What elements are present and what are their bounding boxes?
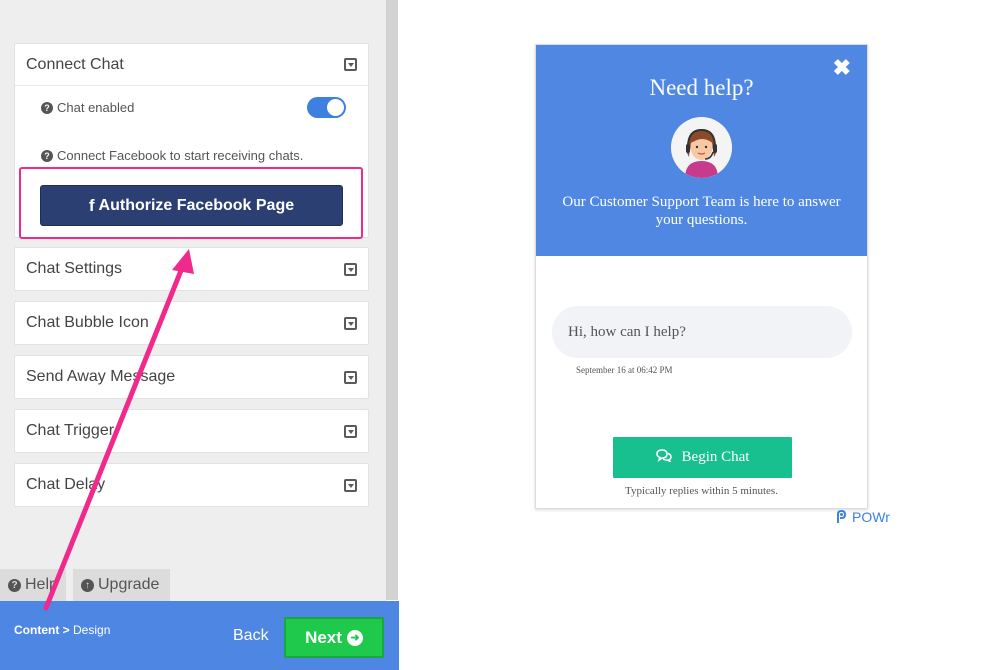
next-button-label: Next [305, 627, 342, 647]
section-title: Chat Delay [26, 476, 106, 493]
section-chat-settings[interactable]: Chat Settings [14, 247, 369, 291]
caret-square-down-icon[interactable] [344, 316, 357, 330]
caret-square-down-icon[interactable] [344, 58, 357, 71]
arrow-right-circle-icon: ➜ [346, 629, 363, 646]
connect-chat-header[interactable]: Connect Chat [15, 44, 368, 86]
annotation-highlight-box [19, 167, 363, 239]
section-title: Chat Settings [26, 260, 123, 277]
message-timestamp: September 16 at 06:42 PM [576, 365, 673, 375]
editor-footer: Content > Design Back Next ➜ [0, 601, 399, 670]
caret-square-down-icon[interactable] [344, 262, 357, 276]
breadcrumb-current: Content > [14, 623, 70, 637]
help-tab-label: Help [25, 576, 58, 593]
widget-subtitle: Our Customer Support Team is here to ans… [562, 194, 841, 228]
section-title: Send Away Message [26, 368, 176, 385]
chat-enabled-toggle[interactable] [307, 97, 346, 118]
message-text: Hi, how can I help? [568, 323, 686, 340]
chat-enabled-row: ? Chat enabled [41, 100, 134, 115]
next-button[interactable]: Next ➜ [284, 617, 384, 658]
caret-square-down-icon[interactable] [344, 424, 357, 438]
chat-enabled-label: Chat enabled [57, 100, 135, 115]
breadcrumb-design[interactable]: Design [73, 623, 110, 637]
upgrade-tab[interactable]: ↑ Upgrade [73, 569, 170, 601]
begin-chat-label: Begin Chat [681, 449, 750, 465]
powr-brand-link[interactable]: POWr [836, 509, 890, 525]
message-bubble: Hi, how can I help? [552, 306, 852, 358]
arrow-up-circle-icon: ↑ [81, 578, 94, 592]
powr-brand-label: POWr [852, 509, 890, 525]
question-circle-icon[interactable]: ? [41, 149, 53, 162]
section-chat-bubble-icon[interactable]: Chat Bubble Icon [14, 301, 369, 345]
caret-square-down-icon[interactable] [344, 370, 357, 384]
breadcrumb: Content > Design [14, 623, 110, 637]
back-button[interactable]: Back [233, 627, 269, 645]
toggle-knob [327, 99, 344, 116]
section-title: Connect Chat [26, 55, 124, 73]
support-agent-avatar [671, 117, 732, 178]
upgrade-tab-label: Upgrade [98, 576, 160, 593]
section-chat-delay[interactable]: Chat Delay [14, 463, 369, 507]
widget-header: ✖ Need help? Our Customer Support Team i… [536, 45, 867, 256]
widget-title: Need help? [649, 75, 754, 100]
caret-square-down-icon[interactable] [344, 478, 357, 492]
question-circle-icon[interactable]: ? [41, 101, 53, 114]
reply-time-note: Typically replies within 5 minutes. [625, 485, 778, 497]
section-chat-trigger[interactable]: Chat Trigger [14, 409, 369, 453]
chat-bubbles-icon [655, 448, 672, 467]
powr-logo-icon [837, 510, 847, 523]
section-title: Chat Bubble Icon [26, 314, 149, 331]
section-title: Chat Trigger [26, 422, 115, 439]
section-send-away-message[interactable]: Send Away Message [14, 355, 369, 399]
panel-divider[interactable] [386, 0, 398, 600]
chat-widget-preview: ✖ Need help? Our Customer Support Team i… [535, 44, 868, 509]
connect-hint-text: Connect Facebook to start receiving chat… [57, 148, 304, 163]
question-circle-icon: ? [8, 578, 21, 592]
help-tab[interactable]: ? Help [0, 569, 66, 601]
connect-hint-row: ? Connect Facebook to start receiving ch… [41, 148, 303, 163]
begin-chat-button[interactable]: Begin Chat [613, 437, 792, 478]
